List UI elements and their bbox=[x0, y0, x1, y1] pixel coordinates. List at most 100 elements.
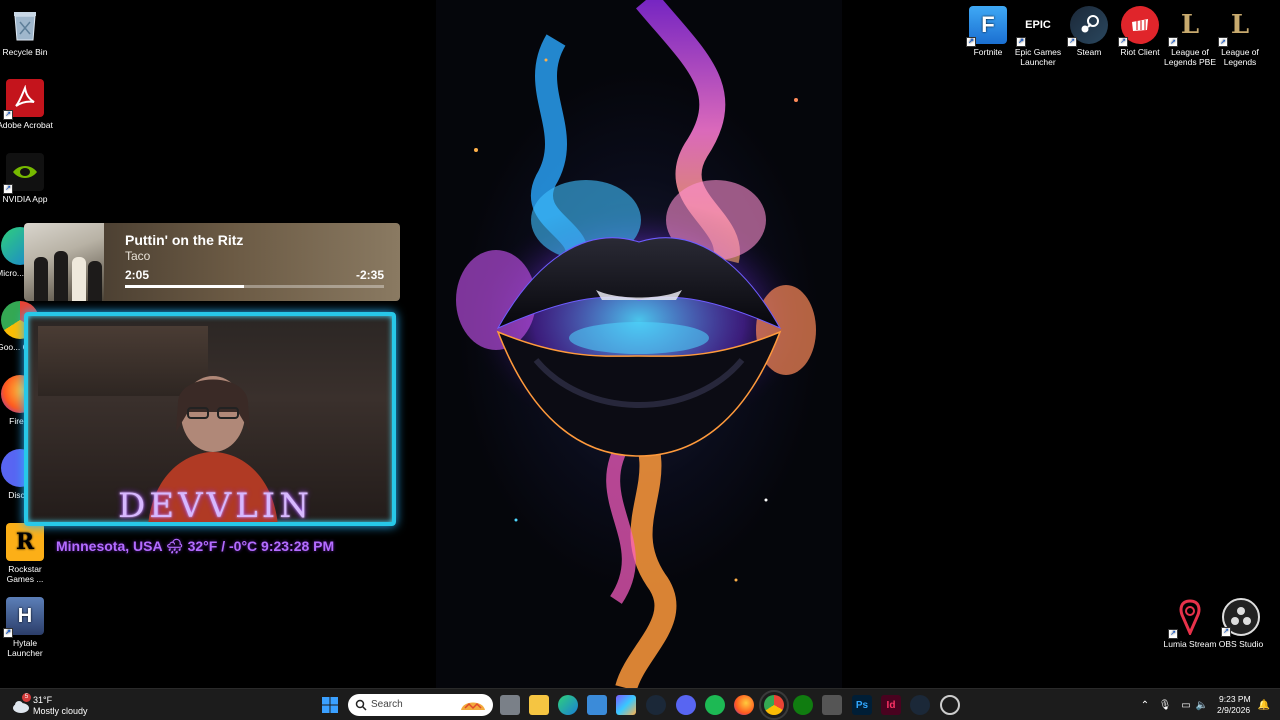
microsoft-store-button[interactable] bbox=[587, 695, 607, 715]
search-icon bbox=[355, 699, 367, 711]
notification-bell-icon: 🔔 bbox=[1257, 699, 1271, 711]
webcam-overlay: DEVVLIN bbox=[24, 312, 396, 526]
copilot-button[interactable] bbox=[616, 695, 636, 715]
league-pbe-icon: L ↗ bbox=[1168, 6, 1209, 47]
indesign-icon: Id bbox=[886, 699, 896, 711]
fortnite-icon: F ↗ bbox=[966, 6, 1007, 47]
steam-label: Steam bbox=[1076, 47, 1102, 57]
lol-shortcut[interactable]: L ↗ League of Legends bbox=[1212, 6, 1268, 67]
rockstar-games-label: Rockstar Games ... bbox=[6, 564, 44, 584]
fortnite-label: Fortnite bbox=[973, 47, 1003, 57]
shortcut-arrow-icon: ↗ bbox=[1118, 37, 1128, 47]
track-progress-fill bbox=[125, 285, 245, 288]
search-placeholder: Search bbox=[371, 699, 403, 710]
shortcut-arrow-icon: ↗ bbox=[3, 110, 13, 120]
xbox-taskbar-button[interactable] bbox=[793, 695, 813, 715]
shortcut-arrow-icon: ↗ bbox=[1016, 37, 1026, 47]
shortcut-arrow-icon: ↗ bbox=[1168, 37, 1178, 47]
obs-studio-label: OBS Studio bbox=[1218, 639, 1264, 649]
hytale-icon: H ↗ bbox=[3, 597, 44, 638]
snipping-tool-button[interactable] bbox=[822, 695, 842, 715]
wallpaper-lips-art bbox=[456, 0, 816, 688]
album-cover-art bbox=[24, 223, 104, 301]
taskbar-search-box[interactable]: Search bbox=[348, 694, 493, 716]
clock-time[interactable]: 9:23 PM bbox=[1219, 694, 1251, 704]
hytale-launcher-shortcut[interactable]: H ↗ Hytale Launcher bbox=[0, 597, 53, 658]
track-elapsed-time: 2:05 bbox=[125, 268, 150, 282]
fortnite-shortcut[interactable]: F ↗ Fortnite bbox=[960, 6, 1016, 57]
volume-button[interactable]: 🔈 bbox=[1192, 695, 1212, 715]
microphone-icon: 🎙 bbox=[1158, 699, 1172, 711]
taskbar-weather-widget[interactable]: 5 31°F Mostly cloudy bbox=[10, 692, 110, 718]
now-playing-widget[interactable]: Puttin' on the Ritz Taco 2:05 -2:35 bbox=[24, 223, 400, 301]
start-button[interactable] bbox=[320, 695, 340, 715]
lol-pbe-shortcut[interactable]: L ↗ League of Legends PBE bbox=[1162, 6, 1218, 67]
track-progress-bar[interactable] bbox=[125, 285, 384, 288]
league-icon: L ↗ bbox=[1218, 6, 1259, 47]
rockstar-icon: R bbox=[6, 523, 44, 561]
steam-shortcut[interactable]: ↗ Steam bbox=[1061, 6, 1117, 57]
steam-icon: ↗ bbox=[1067, 6, 1108, 47]
task-view-button[interactable] bbox=[500, 695, 520, 715]
hytale-launcher-label: Hytale Launcher bbox=[7, 638, 43, 658]
shortcut-arrow-icon: ↗ bbox=[966, 37, 976, 47]
search-highlight-taco-icon bbox=[461, 702, 485, 710]
photoshop-icon: Ps bbox=[855, 699, 869, 711]
location-weather-line: Minnesota, USA 🌧 32°F / -0°C 9:23:28 PM bbox=[56, 538, 335, 554]
obs-studio-shortcut[interactable]: ↗ OBS Studio bbox=[1213, 598, 1269, 649]
steam-second-taskbar-button[interactable] bbox=[910, 695, 930, 715]
firefox-taskbar-button[interactable] bbox=[734, 695, 754, 715]
weather-temperature: 31°F bbox=[33, 695, 53, 705]
shortcut-arrow-icon: ↗ bbox=[3, 184, 13, 194]
shortcut-arrow-icon: ↗ bbox=[1221, 627, 1231, 637]
indesign-taskbar-button[interactable]: Id bbox=[881, 695, 901, 715]
edge-taskbar-button[interactable] bbox=[558, 695, 578, 715]
track-remaining-time: -2:35 bbox=[355, 268, 384, 282]
microphone-button[interactable]: 🎙 bbox=[1155, 695, 1175, 715]
recycle-bin-shortcut[interactable]: Recycle Bin bbox=[0, 6, 53, 57]
file-explorer-button[interactable] bbox=[529, 695, 549, 715]
epic-games-shortcut[interactable]: EPIC ↗ Epic Games Launcher bbox=[1010, 6, 1066, 67]
spotify-taskbar-button[interactable] bbox=[705, 695, 725, 715]
show-hidden-icons-button[interactable]: ⌃ bbox=[1135, 695, 1155, 715]
windows-logo-icon bbox=[322, 697, 338, 713]
adobe-acrobat-shortcut[interactable]: ↗ Adobe Acrobat bbox=[0, 79, 53, 130]
riot-client-shortcut[interactable]: ↗ Riot Client bbox=[1112, 6, 1168, 57]
nvidia-icon: ↗ bbox=[3, 153, 44, 194]
obs-taskbar-button[interactable] bbox=[940, 695, 960, 715]
steam-taskbar-button[interactable] bbox=[646, 695, 666, 715]
recycle-bin-label: Recycle Bin bbox=[2, 47, 48, 57]
lumia-stream-icon: ↗ bbox=[1168, 598, 1209, 639]
weather-alert-badge: 5 bbox=[22, 693, 31, 702]
wallpaper bbox=[436, 0, 842, 688]
notifications-button[interactable]: 🔔 bbox=[1254, 695, 1274, 715]
shortcut-arrow-icon: ↗ bbox=[1168, 629, 1178, 639]
lol-label: League of Legends bbox=[1221, 47, 1259, 67]
clock-date[interactable]: 2/9/2026 bbox=[1217, 705, 1250, 715]
track-title: Puttin' on the Ritz bbox=[125, 232, 244, 248]
discord-taskbar-button[interactable] bbox=[676, 695, 696, 715]
track-artist: Taco bbox=[125, 249, 151, 263]
lumia-stream-shortcut[interactable]: ↗ Lumia Stream bbox=[1162, 598, 1218, 649]
photoshop-taskbar-button[interactable]: Ps bbox=[852, 695, 872, 715]
adobe-acrobat-label: Adobe Acrobat bbox=[0, 120, 53, 130]
shortcut-arrow-icon: ↗ bbox=[3, 628, 13, 638]
chrome-taskbar-button[interactable] bbox=[759, 690, 789, 720]
riot-fist-icon: ↗ bbox=[1118, 6, 1159, 47]
rockstar-games-shortcut[interactable]: R Rockstar Games ... bbox=[0, 523, 53, 584]
epic-games-icon: EPIC ↗ bbox=[1016, 6, 1057, 47]
lumia-stream-label: Lumia Stream bbox=[1163, 639, 1217, 649]
obs-icon: ↗ bbox=[1221, 598, 1260, 637]
nvidia-app-shortcut[interactable]: ↗ NVIDIA App bbox=[0, 153, 53, 204]
lol-pbe-label: League of Legends PBE bbox=[1164, 47, 1216, 67]
shortcut-arrow-icon: ↗ bbox=[1218, 37, 1228, 47]
riot-client-label: Riot Client bbox=[1120, 47, 1160, 57]
adobe-acrobat-icon: ↗ bbox=[3, 79, 44, 120]
epic-games-label: Epic Games Launcher bbox=[1014, 47, 1062, 67]
desktop: Recycle Bin ↗ Adobe Acrobat ↗ NVIDIA App… bbox=[0, 0, 1280, 688]
shortcut-arrow-icon: ↗ bbox=[1067, 37, 1077, 47]
weather-condition: Mostly cloudy bbox=[33, 706, 88, 716]
streamer-name-overlay: DEVVLIN bbox=[118, 486, 313, 526]
recycle-bin-icon bbox=[6, 6, 44, 44]
nvidia-app-label: NVIDIA App bbox=[2, 194, 48, 204]
